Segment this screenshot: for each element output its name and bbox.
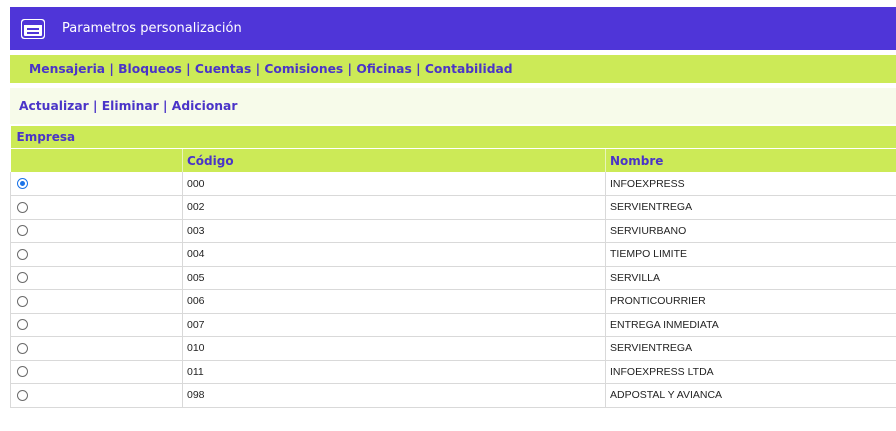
- table-caption-row: Empresa: [10, 126, 896, 149]
- row-select-cell: [10, 219, 183, 243]
- nombre-cell: PRONTICOURRIER: [605, 289, 896, 314]
- menu-item-contabilidad[interactable]: Contabilidad: [425, 62, 513, 76]
- table-row[interactable]: 011 INFOEXPRESS LTDA: [10, 360, 896, 384]
- window-title: Parametros personalización: [62, 21, 242, 36]
- codigo-cell: 010: [182, 336, 606, 361]
- nombre-cell: ENTREGA INMEDIATA: [605, 313, 896, 337]
- table-caption: Empresa: [10, 126, 896, 149]
- table-row[interactable]: 004 TIEMPO LIMITE: [10, 242, 896, 267]
- window-icon: [21, 18, 45, 39]
- menu-separator: |: [109, 62, 119, 76]
- row-radio[interactable]: [17, 389, 28, 401]
- table-row[interactable]: 010 SERVIENTREGA: [10, 336, 896, 361]
- codigo-cell: 004: [182, 242, 606, 267]
- row-radio[interactable]: [17, 319, 28, 331]
- row-radio[interactable]: [17, 272, 28, 284]
- row-radio[interactable]: [17, 342, 28, 354]
- title-bar: Parametros personalización: [10, 7, 896, 50]
- row-select-cell: [10, 172, 183, 196]
- codigo-cell: 002: [182, 195, 606, 220]
- nombre-cell: SERVIENTREGA: [605, 336, 896, 361]
- nombre-cell: INFOEXPRESS: [605, 172, 896, 196]
- codigo-cell: 005: [182, 266, 606, 290]
- row-select-cell: [10, 266, 183, 290]
- nombre-cell: INFOEXPRESS LTDA: [605, 360, 896, 384]
- row-select-cell: [10, 336, 183, 361]
- table-row[interactable]: 098 ADPOSTAL Y AVIANCA: [10, 383, 896, 408]
- codigo-cell: 011: [182, 360, 606, 384]
- table-row[interactable]: 006 PRONTICOURRIER: [10, 289, 896, 314]
- codigo-cell: 007: [182, 313, 606, 337]
- update-button[interactable]: Actualizar: [19, 99, 89, 113]
- row-radio[interactable]: [17, 178, 28, 190]
- row-radio[interactable]: [17, 201, 28, 213]
- nombre-cell: TIEMPO LIMITE: [605, 242, 896, 267]
- row-select-cell: [10, 242, 183, 267]
- row-radio[interactable]: [17, 248, 28, 260]
- column-header-nombre[interactable]: Nombre: [605, 148, 896, 172]
- menu-item-bloqueos[interactable]: Bloqueos: [118, 62, 182, 76]
- table-row[interactable]: 005 SERVILLA: [10, 266, 896, 290]
- column-header-codigo[interactable]: Código: [182, 148, 606, 172]
- nombre-cell: SERVILLA: [605, 266, 896, 290]
- main-menu: Mensajeria | Bloqueos | Cuentas | Comisi…: [10, 55, 896, 83]
- codigo-cell: 098: [182, 383, 606, 408]
- delete-button[interactable]: Eliminar: [102, 99, 159, 113]
- menu-item-mensajeria[interactable]: Mensajeria: [29, 62, 105, 76]
- nombre-cell: SERVIURBANO: [605, 219, 896, 243]
- column-header-select: [10, 148, 183, 172]
- row-radio[interactable]: [17, 295, 28, 307]
- table-row[interactable]: 003 SERVIURBANO: [10, 219, 896, 243]
- menu-item-oficinas[interactable]: Oficinas: [356, 62, 411, 76]
- row-select-cell: [10, 360, 183, 384]
- codigo-cell: 003: [182, 219, 606, 243]
- company-table: Empresa Código Nombre 000 INFOEXPRESS 002 S…: [10, 126, 896, 408]
- table-row[interactable]: 007 ENTREGA INMEDIATA: [10, 313, 896, 337]
- nombre-cell: SERVIENTREGA: [605, 195, 896, 220]
- row-radio[interactable]: [17, 366, 28, 378]
- menu-separator: |: [416, 62, 425, 76]
- table-row[interactable]: 002 SERVIENTREGA: [10, 195, 896, 220]
- row-select-cell: [10, 195, 183, 220]
- row-radio[interactable]: [17, 225, 28, 237]
- row-select-cell: [10, 383, 183, 408]
- menu-item-comisiones[interactable]: Comisiones: [264, 62, 343, 76]
- action-separator: |: [163, 99, 172, 113]
- row-select-cell: [10, 289, 183, 314]
- menu-item-cuentas[interactable]: Cuentas: [195, 62, 251, 76]
- row-select-cell: [10, 313, 183, 337]
- codigo-cell: 000: [182, 172, 606, 196]
- codigo-cell: 006: [182, 289, 606, 314]
- menu-separator: |: [347, 62, 357, 76]
- table-header-row: Código Nombre: [10, 148, 896, 172]
- add-button[interactable]: Adicionar: [172, 99, 238, 113]
- table-row[interactable]: 000 INFOEXPRESS: [10, 172, 896, 196]
- nombre-cell: ADPOSTAL Y AVIANCA: [605, 383, 896, 408]
- action-bar: Actualizar | Eliminar | Adicionar: [10, 88, 896, 124]
- action-separator: |: [92, 99, 102, 113]
- menu-separator: |: [186, 62, 195, 76]
